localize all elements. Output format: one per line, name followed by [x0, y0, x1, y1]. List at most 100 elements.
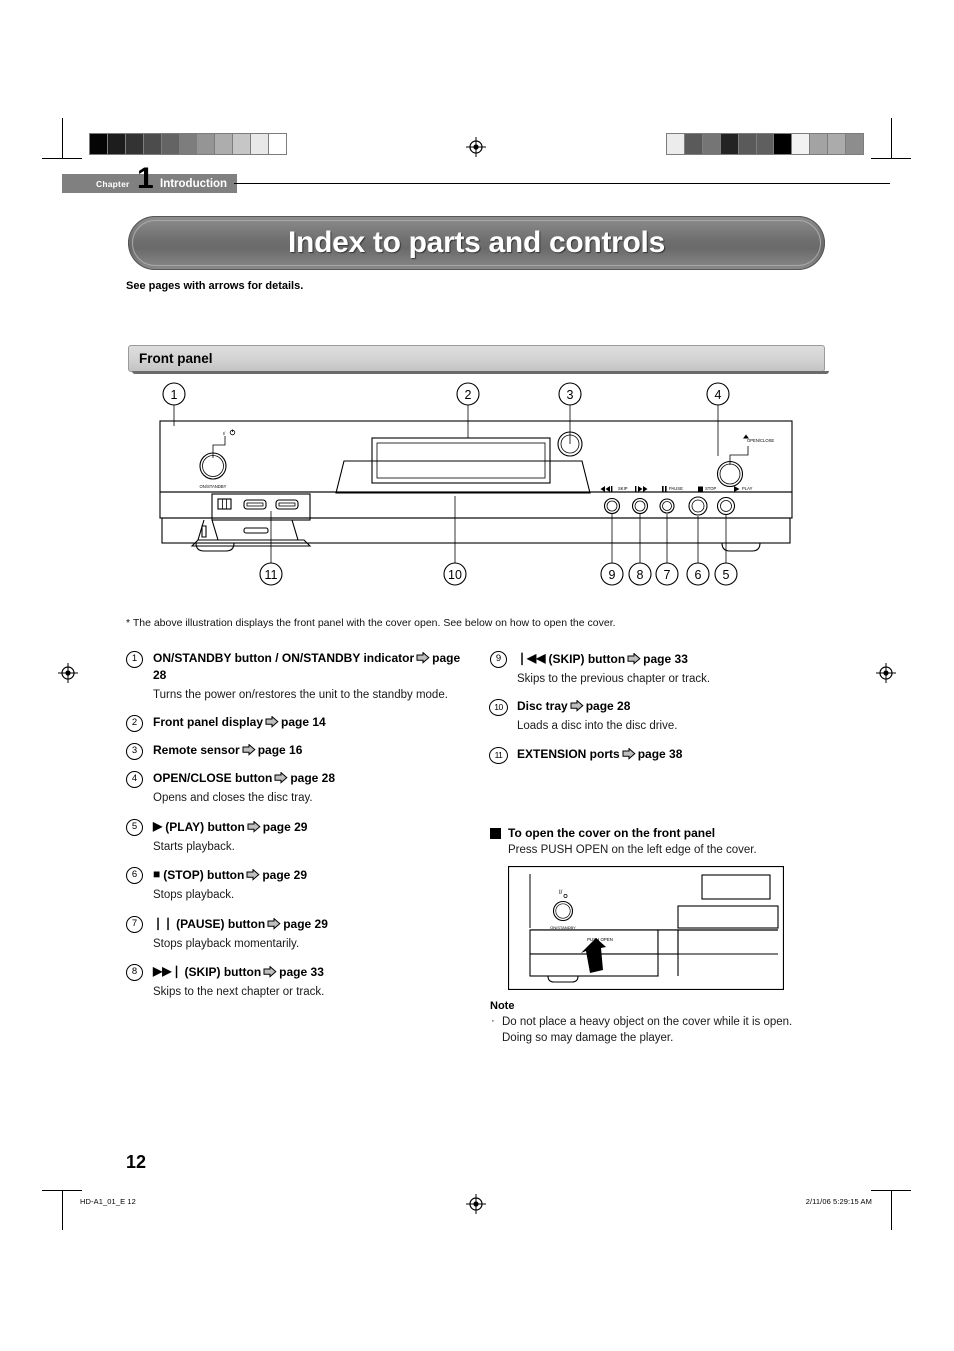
part-description: Skips to the previous chapter or track.	[517, 673, 711, 686]
registration-mark-top	[466, 137, 486, 157]
grayscale-swatch	[755, 134, 774, 154]
page-title: Index to parts and controls	[288, 226, 665, 259]
part-item-heading: 11 EXTENSION ports page 38	[489, 746, 840, 764]
part-title: ON/STANDBY button / ON/STANDBY indicator	[153, 651, 415, 665]
grayscale-swatch	[719, 134, 738, 154]
push-open-label: PUSH OPEN	[587, 937, 613, 942]
part-number-badge: 6	[126, 867, 143, 885]
crop-mark-top-right-v	[891, 118, 892, 158]
chapter-rule	[234, 183, 890, 184]
chapter-strip: Chapter Introduction 1	[62, 164, 890, 194]
part-glyph-icon: ▶▶❘	[153, 963, 182, 978]
part-item-heading: 5 ▶ (PLAY) button page 29	[126, 818, 476, 836]
open-cover-flap	[190, 519, 312, 547]
part-page-ref[interactable]: page 29	[262, 868, 307, 882]
page-arrow-icon	[265, 715, 279, 729]
part-title: Front panel display	[153, 715, 264, 730]
callout-top-1: 1	[162, 382, 186, 426]
page-arrow-icon	[627, 652, 641, 665]
label-open-close: OPEN/CLOSE	[747, 438, 774, 443]
part-number-badge: 2	[126, 715, 143, 733]
part-item: 7 ❘❘ (PAUSE) button page 29 Stops playback m…	[126, 915, 476, 952]
grayscale-swatch	[667, 134, 684, 154]
part-page-ref[interactable]: page 29	[283, 917, 328, 931]
part-item: 3 Remote sensor page 16	[126, 742, 476, 761]
svg-text:2: 2	[465, 388, 472, 402]
part-title: Remote sensor	[153, 743, 240, 758]
grayscale-swatch	[196, 134, 215, 154]
part-glyph-icon: ▶	[153, 818, 163, 833]
grayscale-swatch	[701, 134, 720, 154]
svg-text:3: 3	[567, 388, 574, 402]
crop-mark-bottom-right-v	[891, 1190, 892, 1230]
part-page-ref[interactable]: page 33	[643, 652, 688, 666]
grayscale-swatch	[142, 134, 161, 154]
svg-text:5: 5	[723, 568, 730, 582]
callout-bottom-7: 7	[655, 562, 679, 586]
callout-top-2: 2	[456, 382, 480, 438]
part-item-heading: 2 Front panel display page 14	[126, 714, 476, 733]
open-cover-illustration: I/ ON/STANDBY PUSH OPEN	[508, 866, 784, 990]
part-item: 6 ■ (STOP) button page 29 Stops playback.	[126, 866, 476, 903]
callout-bottom-10: 10	[443, 562, 467, 586]
svg-text:4: 4	[715, 388, 722, 402]
part-number-badge: 10	[489, 699, 508, 717]
chapter-section-name: Introduction	[152, 174, 238, 193]
grayscale-bar-right	[666, 133, 864, 155]
grayscale-swatch	[773, 134, 792, 154]
grayscale-swatch	[160, 134, 179, 154]
part-title: (SKIP) button	[548, 652, 626, 666]
grayscale-swatch	[791, 134, 810, 154]
part-description: Starts playback.	[153, 840, 235, 853]
part-title: EXTENSION ports	[517, 746, 620, 761]
part-page-ref[interactable]: page 28	[586, 699, 631, 713]
part-description: Skips to the next chapter or track.	[153, 985, 325, 998]
page-number: 12	[126, 1152, 147, 1172]
svg-text:7: 7	[664, 568, 671, 582]
part-glyph-icon: ❘◀◀	[517, 651, 546, 665]
part-number-badge: 3	[126, 743, 143, 761]
grayscale-bar-left	[89, 133, 287, 155]
part-page-ref[interactable]: page 38	[638, 747, 683, 761]
page-arrow-icon	[267, 917, 281, 930]
chapter-label: Chapter	[96, 178, 130, 189]
section-header-label: Front panel	[139, 351, 213, 366]
part-item: 10 Disc tray page 28 Loads a disc into the …	[489, 698, 840, 734]
part-page-ref[interactable]: page 28	[290, 771, 335, 785]
part-page-ref[interactable]: page 16	[258, 743, 303, 757]
grayscale-swatch	[214, 134, 233, 154]
svg-text:8: 8	[637, 568, 644, 582]
section-header-bar: Front panel	[128, 345, 829, 374]
part-item: 11 EXTENSION ports page 38	[489, 746, 840, 764]
svg-text:11: 11	[265, 568, 278, 582]
part-number-badge: 9	[490, 651, 507, 668]
part-title: (PAUSE) button	[176, 916, 266, 931]
part-page-ref[interactable]: page 33	[279, 965, 324, 979]
callout-bottom-8: 8	[628, 562, 652, 586]
transport-buttons	[603, 496, 736, 516]
callout-bottom-9: 9	[600, 562, 624, 586]
label-on-standby: ON/STANDBY	[200, 484, 227, 489]
illustration-footnote: * The above illustration displays the fr…	[126, 617, 616, 629]
part-page-ref[interactable]: page 14	[281, 715, 326, 729]
svg-text:10: 10	[448, 568, 462, 582]
grayscale-swatch	[737, 134, 756, 154]
crop-mark-bottom-left-h	[42, 1190, 82, 1191]
grayscale-swatch	[268, 134, 286, 154]
page-arrow-icon	[247, 820, 261, 833]
callout-top-4: 4	[706, 382, 730, 456]
footer-right: 2/11/06 5:29:15 AM	[805, 1197, 872, 1206]
part-page-ref[interactable]: page 29	[263, 820, 308, 834]
note-bullet-icon: ·	[491, 1015, 495, 1027]
note-text: Do not place a heavy object on the cover…	[502, 1016, 793, 1045]
part-number-badge: 11	[489, 746, 508, 764]
registration-mark-right	[876, 663, 896, 683]
crop-mark-top-left-v	[62, 118, 63, 158]
label-skip: SKIP	[618, 486, 628, 491]
part-item: 4 OPEN/CLOSE button page 28 Opens and close…	[126, 770, 476, 806]
open-cover-heading-label: To open the cover on the front panel	[508, 826, 716, 840]
part-item: 2 Front panel display page 14	[126, 714, 476, 733]
part-title: OPEN/CLOSE button	[153, 771, 273, 786]
label-play: PLAY	[742, 486, 753, 491]
part-description: Turns the power on/restores the unit to …	[153, 689, 448, 702]
